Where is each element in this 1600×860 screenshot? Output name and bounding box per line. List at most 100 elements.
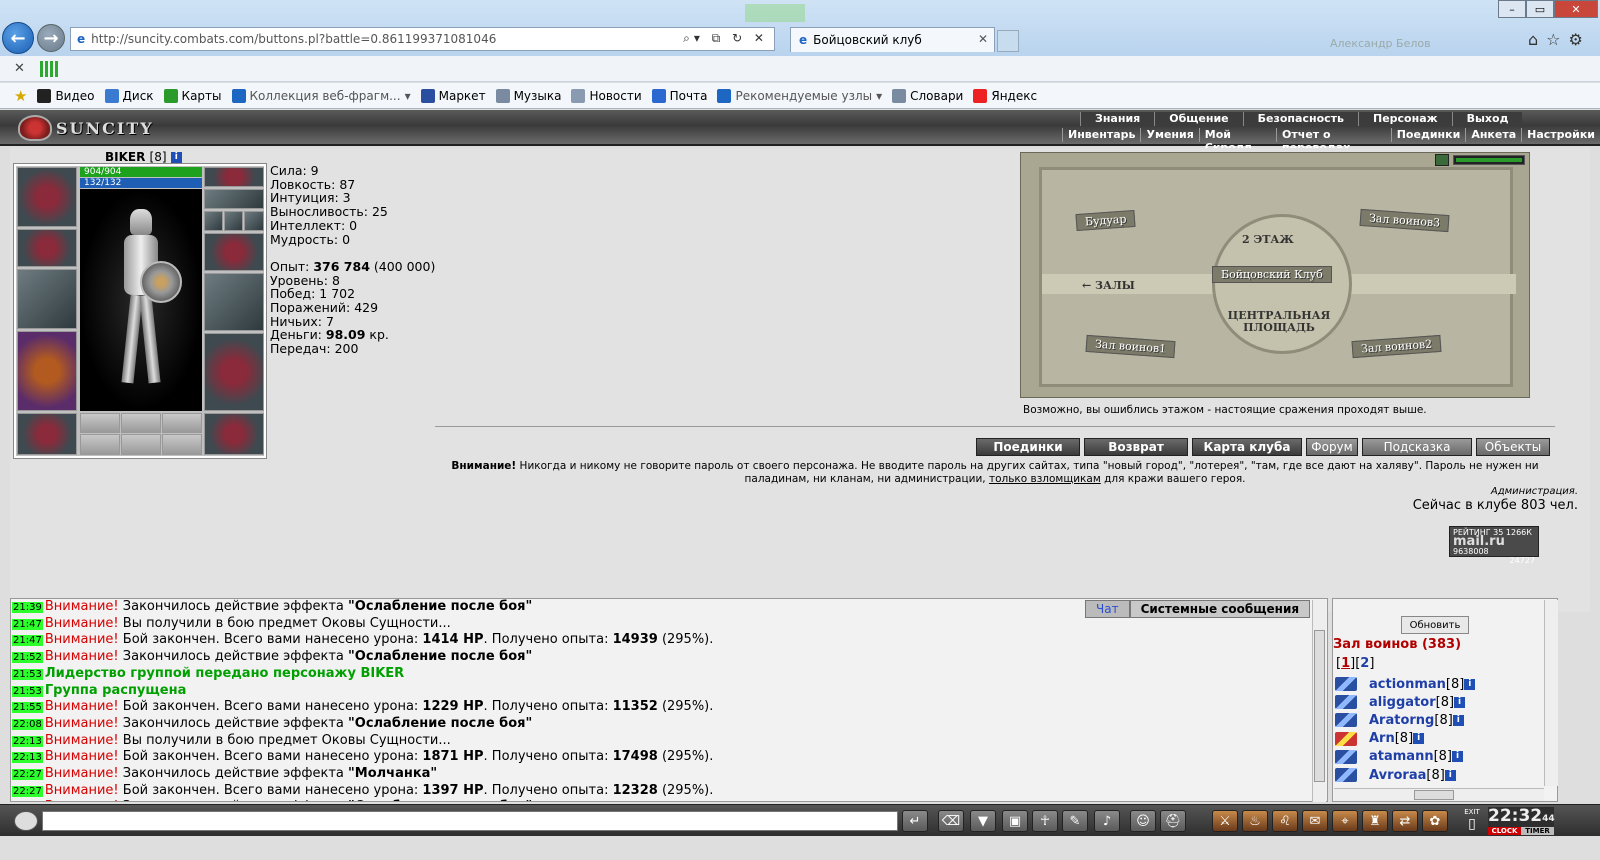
fav-video[interactable]: Видео <box>37 88 95 103</box>
belt-slot[interactable] <box>17 413 77 455</box>
earrings-slot[interactable] <box>204 167 264 187</box>
player-name[interactable]: Avroraa <box>1369 768 1426 783</box>
fighter-icon[interactable]: ☥ <box>1032 810 1058 832</box>
address-tools[interactable]: ⌕▾ ⧉ ↻ ✕ <box>683 31 768 46</box>
room-scrollbar[interactable] <box>1544 600 1558 786</box>
fav-suggested[interactable]: Рекомендуемые узлы ▾ <box>717 88 882 103</box>
close-window-button[interactable]: ✕ <box>1554 0 1598 18</box>
chat-time[interactable]: 22:13 <box>12 752 43 764</box>
map-warriors-hall-2[interactable]: Зал воинов2 <box>1351 334 1442 359</box>
weapon-bow-slot[interactable] <box>17 269 77 329</box>
exit-door-icon[interactable]: EXIT ▯ <box>1462 808 1482 834</box>
submenu-scroll[interactable]: Мой Скролл <box>1198 128 1276 154</box>
tab-active[interactable]: e Бойцовский клуб ✕ <box>790 27 995 52</box>
scroll-slot[interactable] <box>80 434 120 455</box>
helmet-icon[interactable]: ⛑ <box>1160 810 1186 832</box>
menu-security[interactable]: Безопасность <box>1242 112 1358 126</box>
clock-timer[interactable]: 22:3244 CLOCK TIMER <box>1488 807 1555 835</box>
bracers-slot[interactable] <box>17 229 77 267</box>
fav-market[interactable]: Маркет <box>420 88 486 103</box>
chat-scrollbar[interactable] <box>1312 600 1326 802</box>
forward-button[interactable]: → <box>37 24 65 52</box>
chat-time[interactable]: 22:27 <box>12 769 43 781</box>
amulet-slot[interactable] <box>204 189 264 209</box>
scroll-icon[interactable]: ✉ <box>1302 810 1328 832</box>
fav-webslice[interactable]: Коллекция веб-фрагм... ▾ <box>231 88 411 103</box>
submenu-duels[interactable]: Поединки <box>1390 128 1466 142</box>
page-2[interactable]: 2 <box>1360 656 1369 671</box>
map-icon[interactable]: ⌖ <box>1332 810 1358 832</box>
hackers-link[interactable]: только взломщикам <box>989 473 1101 485</box>
map-mini-icon[interactable] <box>1435 154 1449 166</box>
ring-slot[interactable] <box>204 211 223 231</box>
forum-button[interactable]: Форум <box>1306 438 1358 456</box>
fav-music[interactable]: Музыка <box>495 88 561 103</box>
back-button[interactable]: ← <box>2 22 34 54</box>
fav-dictionaries[interactable]: Словари <box>892 88 963 103</box>
armor-icon[interactable]: ♜ <box>1362 810 1388 832</box>
chat-log[interactable]: 21:39 Внимание! Закончилось действие эффе… <box>10 598 1328 802</box>
menu-character[interactable]: Персонаж <box>1358 112 1452 126</box>
player-name[interactable]: actionman <box>1369 677 1446 692</box>
pants-slot[interactable] <box>204 333 264 411</box>
info-icon[interactable]: i <box>170 152 182 163</box>
bottle-icon[interactable]: ♨ <box>1242 810 1268 832</box>
player-info-icon[interactable]: i <box>1413 733 1425 745</box>
player-info-icon[interactable]: i <box>1464 678 1476 690</box>
fav-disk[interactable]: Диск <box>104 88 154 103</box>
fav-yandex[interactable]: Яндекс <box>973 88 1037 103</box>
mailru-rating-badge[interactable]: РЕЙТИНГ 35 1266К mail.ru 9638008 24727 <box>1449 526 1539 565</box>
ring-slot[interactable] <box>224 211 243 231</box>
map-halls-arrow[interactable]: ← ЗАЛЫ <box>1082 280 1135 292</box>
sound-icon[interactable]: ♪ <box>1094 810 1120 832</box>
private-message-icon[interactable] <box>1335 677 1357 692</box>
chat-time[interactable]: 21:52 <box>12 652 43 664</box>
room-hscrollbar[interactable] <box>1334 788 1544 801</box>
fav-news[interactable]: Новости <box>571 88 642 103</box>
sword-icon[interactable]: ⚔ <box>1212 810 1238 832</box>
player-name[interactable]: Aratorng <box>1369 713 1434 728</box>
chat-time[interactable]: 21:47 <box>12 618 43 630</box>
player-name[interactable]: Arn <box>1369 731 1395 746</box>
chat-time[interactable]: 21:53 <box>12 685 43 697</box>
scroll-slot[interactable] <box>121 434 161 455</box>
hint-button[interactable]: Подсказка <box>1362 438 1472 456</box>
chat-time[interactable]: 21:53 <box>12 668 43 680</box>
submenu-settings[interactable]: Настройки <box>1521 128 1600 142</box>
edit-icon[interactable]: ✎ <box>1062 810 1088 832</box>
map-fight-club[interactable]: Бойцовский Клуб <box>1212 266 1332 283</box>
helmet-slot[interactable] <box>17 167 77 227</box>
transfer-icon[interactable]: ⇄ <box>1392 810 1418 832</box>
emoticon-icon[interactable]: ☺ <box>1130 810 1156 832</box>
lion-icon[interactable]: ♌ <box>1272 810 1298 832</box>
smiley-icon[interactable] <box>14 811 38 831</box>
player-info-icon[interactable]: i <box>1444 769 1456 781</box>
clear-icon[interactable]: ⌫ <box>938 810 964 832</box>
chat-time[interactable]: 22:27 <box>12 785 43 797</box>
private-message-icon[interactable] <box>1335 695 1357 710</box>
ring-slot[interactable] <box>244 211 264 231</box>
objects-button[interactable]: Объекты <box>1476 438 1550 456</box>
chat-input[interactable] <box>42 811 898 831</box>
minimize-button[interactable]: – <box>1498 0 1526 18</box>
submenu-profile[interactable]: Анкета <box>1465 128 1521 142</box>
new-tab-button[interactable] <box>997 30 1019 52</box>
chat-time[interactable]: 21:47 <box>12 635 43 647</box>
player-name[interactable]: atamann <box>1369 749 1434 764</box>
menu-exit[interactable]: Выход <box>1451 112 1523 126</box>
map-warriors-hall-1[interactable]: Зал воинов1 <box>1085 334 1176 359</box>
close-bar-icon[interactable]: ✕ <box>14 61 25 76</box>
fav-maps[interactable]: Карты <box>163 88 222 103</box>
submenu-inventory[interactable]: Инвентарь <box>1062 128 1140 142</box>
player-info-icon[interactable]: i <box>1452 751 1464 763</box>
refresh-button[interactable]: Обновить <box>1401 616 1469 634</box>
home-star-gear-icons[interactable]: ⌂☆⚙ <box>1528 30 1591 49</box>
submenu-transfers[interactable]: Отчет о переводах <box>1276 128 1391 154</box>
gloves-slot[interactable] <box>204 233 264 271</box>
private-message-icon[interactable] <box>1335 731 1357 746</box>
private-message-icon[interactable] <box>1335 768 1357 783</box>
shield-slot[interactable] <box>204 273 264 331</box>
filter-icon[interactable]: ▼ <box>970 810 996 832</box>
boots-slot[interactable] <box>204 413 264 455</box>
address-bar[interactable]: e http://suncity.combats.com/buttons.pl?… <box>70 27 775 51</box>
